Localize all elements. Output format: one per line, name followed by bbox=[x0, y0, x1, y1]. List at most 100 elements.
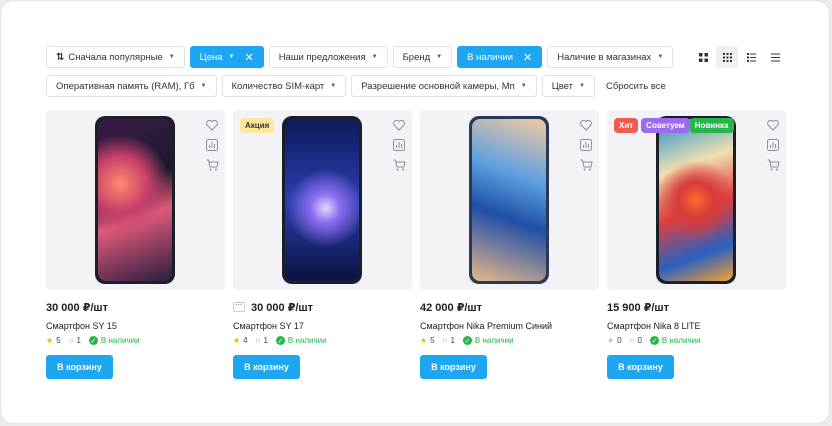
sort-icon: ⇅ bbox=[56, 51, 65, 63]
product-image[interactable] bbox=[46, 110, 225, 290]
product-price: 42 000 ₽/шт bbox=[420, 300, 599, 314]
add-to-cart-button[interactable]: В корзину bbox=[420, 355, 487, 379]
reset-all-button[interactable]: Сбросить все bbox=[599, 75, 672, 97]
add-to-cart-button[interactable]: В корзину bbox=[607, 355, 674, 379]
availability-label: В наличии bbox=[287, 336, 327, 345]
catalog-panel: ⇅ Сначала популярные ▼ Цена ▼ ✕ Наши пре… bbox=[0, 0, 830, 424]
close-icon[interactable]: ✕ bbox=[523, 51, 532, 64]
phone-image bbox=[95, 116, 175, 284]
price-value: 30 000 ₽/шт bbox=[251, 301, 313, 314]
product-meta: ★ 4 ○ 1 ✓ В наличии bbox=[233, 336, 412, 345]
promo-badge: Акция bbox=[240, 118, 275, 133]
camera-filter-label: Разрешение основной камеры, Мп bbox=[361, 80, 515, 92]
star-icon: ★ bbox=[46, 336, 54, 345]
cart-add-icon[interactable] bbox=[579, 158, 593, 172]
view-list-button[interactable] bbox=[740, 46, 762, 68]
availability-label: В наличии bbox=[474, 336, 514, 345]
in-stock-filter-active[interactable]: В наличии ✕ bbox=[457, 46, 543, 68]
product-name[interactable]: Смартфон SY 17 bbox=[233, 321, 412, 331]
brand-filter[interactable]: Бренд ▼ bbox=[392, 46, 453, 68]
heart-icon[interactable] bbox=[205, 118, 219, 132]
heart-icon[interactable] bbox=[766, 118, 780, 132]
heart-icon[interactable] bbox=[579, 118, 593, 132]
check-icon: ✓ bbox=[88, 336, 98, 345]
product-card: 30 000 ₽/шт Смартфон SY 15 ★ 5 ○ 1 ✓ В нали… bbox=[46, 110, 225, 379]
comments: ○ 1 bbox=[69, 336, 81, 345]
phone-image bbox=[656, 116, 736, 284]
view-large-grid-button[interactable] bbox=[692, 46, 714, 68]
product-actions bbox=[392, 118, 406, 172]
check-icon: ✓ bbox=[275, 336, 285, 345]
price-value: 30 000 ₽/шт bbox=[46, 301, 108, 314]
comments-count: 1 bbox=[76, 336, 81, 345]
cart-add-icon[interactable] bbox=[392, 158, 406, 172]
cart-add-icon[interactable] bbox=[205, 158, 219, 172]
view-small-grid-button[interactable] bbox=[716, 46, 738, 68]
product-name[interactable]: Смартфон SY 15 bbox=[46, 321, 225, 331]
sim-filter[interactable]: Количество SIM-карт ▼ bbox=[221, 75, 347, 97]
availability: ✓ В наличии bbox=[88, 336, 140, 345]
rating: ★ 5 bbox=[46, 336, 61, 345]
add-to-cart-button[interactable]: В корзину bbox=[233, 355, 300, 379]
product-image[interactable]: Хит Советуем Новинка bbox=[607, 110, 786, 290]
check-icon: ✓ bbox=[462, 336, 472, 345]
reset-all-label: Сбросить все bbox=[605, 80, 666, 92]
rating: ★ 0 bbox=[607, 336, 622, 345]
close-icon[interactable]: ✕ bbox=[244, 51, 253, 64]
rating-value: 4 bbox=[243, 336, 248, 345]
ram-filter[interactable]: Оперативная память (RAM), Гб ▼ bbox=[46, 75, 217, 97]
chevron-down-icon: ▼ bbox=[168, 54, 175, 60]
phone-image bbox=[282, 116, 362, 284]
product-name[interactable]: Смартфон Nika 8 LITE bbox=[607, 321, 786, 331]
star-icon: ★ bbox=[233, 336, 241, 345]
product-name[interactable]: Смартфон Nika Premium Синий bbox=[420, 321, 599, 331]
star-icon: ★ bbox=[607, 336, 615, 345]
chevron-down-icon: ▼ bbox=[657, 54, 664, 60]
comments: ○ 0 bbox=[630, 336, 642, 345]
view-compact-list-button[interactable] bbox=[764, 46, 786, 68]
sort-dropdown[interactable]: ⇅ Сначала популярные ▼ bbox=[46, 46, 185, 68]
chevron-down-icon: ▼ bbox=[579, 83, 585, 89]
more-icon[interactable]: ··· bbox=[233, 302, 245, 312]
availability: ✓ В наличии bbox=[649, 336, 701, 345]
rating-value: 0 bbox=[617, 336, 622, 345]
add-to-cart-button[interactable]: В корзину bbox=[46, 355, 113, 379]
store-availability-filter[interactable]: Наличие в магазинах ▼ bbox=[547, 46, 674, 68]
view-switcher bbox=[692, 46, 786, 68]
compare-icon[interactable] bbox=[766, 138, 780, 152]
chevron-down-icon: ▼ bbox=[200, 83, 207, 89]
sim-filter-label: Количество SIM-карт bbox=[231, 80, 325, 92]
heart-icon[interactable] bbox=[392, 118, 406, 132]
chevron-down-icon: ▼ bbox=[436, 54, 443, 60]
compare-icon[interactable] bbox=[579, 138, 593, 152]
filters-bar: ⇅ Сначала популярные ▼ Цена ▼ ✕ Наши пре… bbox=[46, 46, 786, 104]
price-filter-active[interactable]: Цена ▼ ✕ bbox=[189, 46, 264, 68]
comment-icon: ○ bbox=[68, 336, 74, 345]
availability-label: В наличии bbox=[661, 336, 701, 345]
badges: Акция bbox=[240, 118, 275, 133]
large-grid-icon bbox=[698, 52, 708, 62]
brand-filter-label: Бренд bbox=[402, 51, 431, 63]
small-grid-icon bbox=[722, 52, 732, 62]
product-price: 30 000 ₽/шт bbox=[46, 300, 225, 314]
product-card: Акция ··· 30 000 ₽/шт Смартфон SY 17 ★ 4 ○… bbox=[233, 110, 412, 379]
filters-row-1: ⇅ Сначала популярные ▼ Цена ▼ ✕ Наши пре… bbox=[46, 46, 786, 68]
cart-add-icon[interactable] bbox=[766, 158, 780, 172]
product-image[interactable]: Акция bbox=[233, 110, 412, 290]
compare-icon[interactable] bbox=[205, 138, 219, 152]
comments-count: 0 bbox=[637, 336, 642, 345]
check-icon: ✓ bbox=[649, 336, 659, 345]
sort-label: Сначала популярные bbox=[68, 51, 163, 63]
store-availability-label: Наличие в магазинах bbox=[557, 51, 652, 63]
color-filter[interactable]: Цвет ▼ bbox=[541, 75, 595, 97]
compare-icon[interactable] bbox=[392, 138, 406, 152]
product-image[interactable] bbox=[420, 110, 599, 290]
product-price: 15 900 ₽/шт bbox=[607, 300, 786, 314]
chevron-down-icon: ▼ bbox=[330, 83, 337, 89]
availability-label: В наличии bbox=[100, 336, 140, 345]
price-value: 42 000 ₽/шт bbox=[420, 301, 482, 314]
ram-filter-label: Оперативная память (RAM), Гб bbox=[56, 80, 195, 92]
offers-filter[interactable]: Наши предложения ▼ bbox=[268, 46, 388, 68]
product-meta: ★ 5 ○ 1 ✓ В наличии bbox=[420, 336, 599, 345]
camera-filter[interactable]: Разрешение основной камеры, Мп ▼ bbox=[351, 75, 537, 97]
